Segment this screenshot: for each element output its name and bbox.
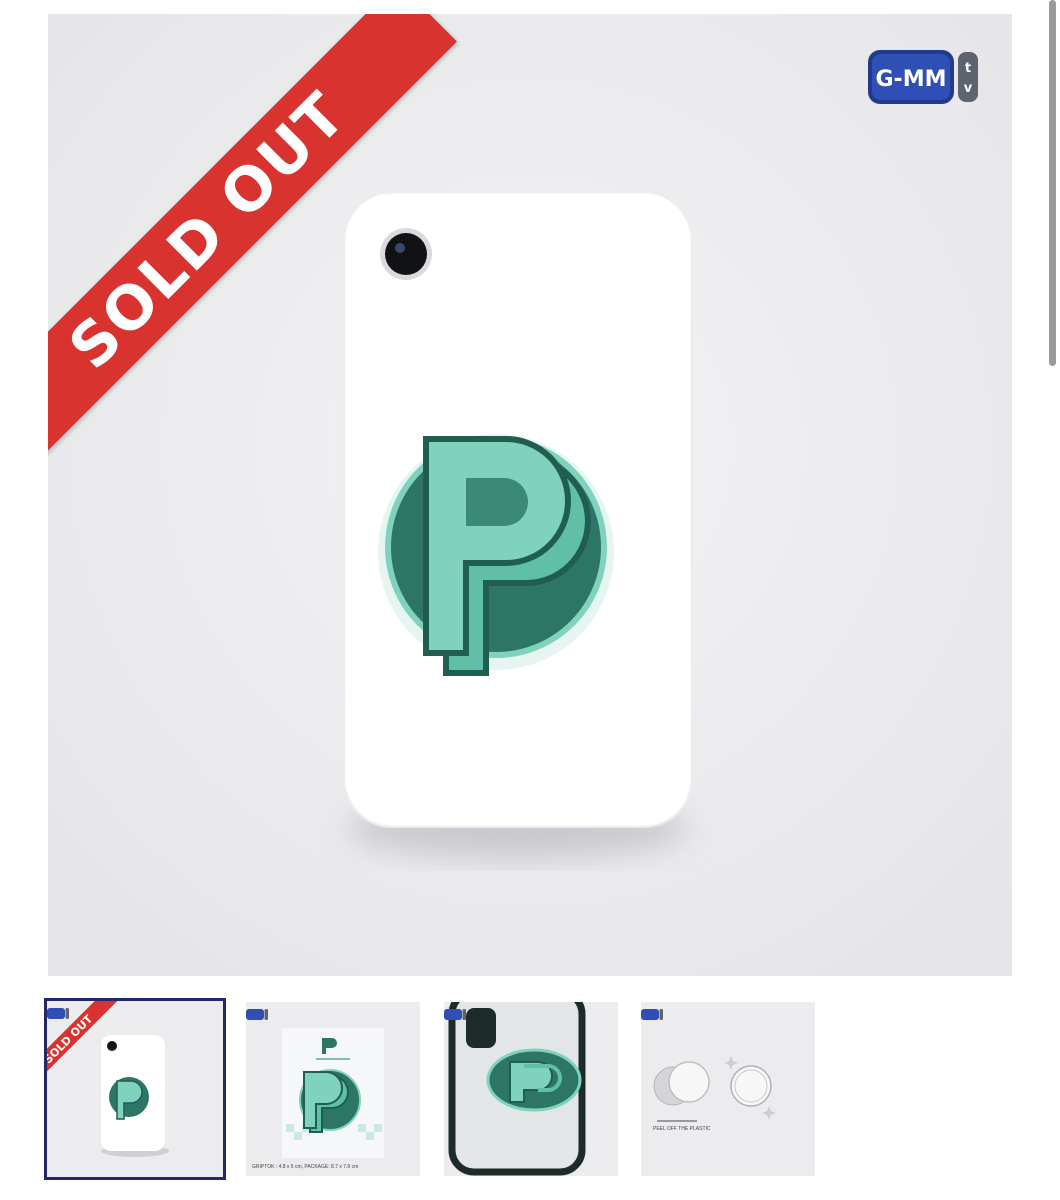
phone-illustration (48, 14, 1012, 976)
thumbnail-package[interactable]: GRIPTOK : 4.8 x 5 cm, PACKAGE: 8.7 x 7.8… (246, 1002, 420, 1176)
package-size-caption: GRIPTOK : 4.8 x 5 cm, PACKAGE: 8.7 x 7.8… (252, 1164, 359, 1170)
product-main-image[interactable]: G-MM t v SOLD OUT (48, 14, 1012, 976)
scrollbar-thumb[interactable] (1049, 0, 1056, 366)
svg-text:t: t (965, 61, 971, 76)
case-thumbnail-icon (444, 1002, 618, 1176)
peel-off-caption: PEEL OFF THE PLASTIC (653, 1126, 711, 1132)
instructions-thumbnail-icon (641, 1002, 815, 1176)
gmmtv-mini-logo (246, 1009, 268, 1020)
gmmtv-mini-logo (444, 1009, 466, 1020)
thumbnail-phone-case[interactable] (444, 1002, 618, 1176)
page-scrollbar[interactable] (1049, 0, 1057, 370)
thumbnail-strip: SOLD OUT GRIPTOK : 4.8 x 5 cm, PACKAGE: … (44, 998, 824, 1180)
svg-text:G-MM: G-MM (876, 67, 947, 92)
package-thumbnail-icon (246, 1002, 420, 1176)
gmmtv-mini-logo (641, 1009, 663, 1020)
gmmtv-logo: G-MM t v (868, 50, 978, 104)
svg-text:v: v (964, 81, 973, 96)
thumbnail-instructions[interactable]: PEEL OFF THE PLASTIC (641, 1002, 815, 1176)
gmmtv-mini-logo (47, 1008, 69, 1019)
thumbnail-phone-front[interactable]: SOLD OUT (44, 998, 226, 1180)
